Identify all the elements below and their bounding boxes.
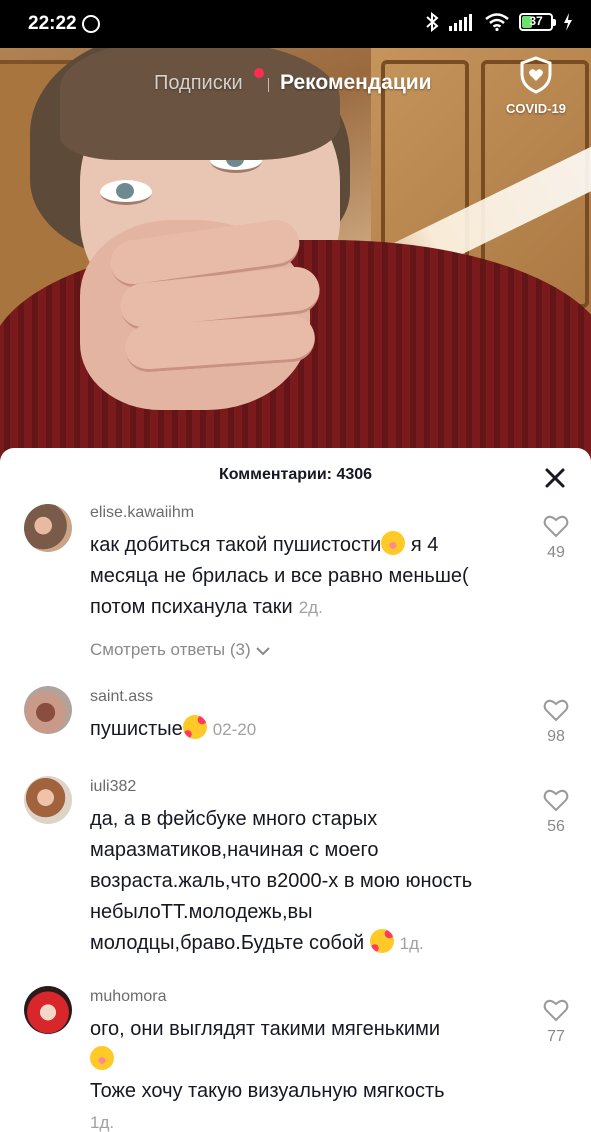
comment-item: muhomora ого, они выглядят такими мягень… xyxy=(0,986,591,1132)
comment-text-part: ого, они выглядят такими мягенькими xyxy=(90,1018,441,1040)
comment-item: iuli382 да, а в фейсбуке много старых ма… xyxy=(0,776,591,966)
chevron-down-icon xyxy=(256,646,271,655)
like-count: 49 xyxy=(547,544,565,561)
close-icon[interactable] xyxy=(543,466,567,490)
battery-icon: 37 xyxy=(519,13,556,31)
comment-username[interactable]: elise.kawaiihm xyxy=(90,504,194,522)
comments-sheet: Комментарии: 4306 elise.kawaiihm как доб… xyxy=(0,448,591,1132)
avatar[interactable] xyxy=(24,504,72,552)
avatar[interactable] xyxy=(24,686,72,734)
comment-text-part: да, а в фейсбуке много старых маразматик… xyxy=(90,808,473,954)
bluetooth-icon xyxy=(426,12,439,32)
battery-percent: 37 xyxy=(529,14,543,28)
heart-outline-icon xyxy=(543,515,569,538)
shield-heart-icon xyxy=(520,56,552,94)
like-button[interactable]: 49 xyxy=(536,514,576,562)
comment-item: saint.ass пушистые 02-20 98 xyxy=(0,686,591,766)
covid-info-button[interactable]: COVID-19 xyxy=(500,56,572,116)
flushed-face-emoji xyxy=(381,531,406,555)
new-content-dot xyxy=(254,68,264,78)
smiling-face-with-hearts-emoji xyxy=(182,715,207,739)
comment-text-part: пушистые xyxy=(90,718,183,740)
avatar[interactable] xyxy=(24,986,72,1034)
flushed-face-emoji xyxy=(90,1046,114,1070)
comment-username[interactable]: saint.ass xyxy=(90,688,153,706)
tab-following[interactable]: Подписки xyxy=(154,72,243,95)
comment-time: 1д. xyxy=(90,1113,115,1132)
like-button[interactable]: 77 xyxy=(536,998,576,1046)
person-hand xyxy=(80,217,322,410)
comment-text-part: Тоже хочу такую визуальную мягкость xyxy=(90,1080,445,1102)
like-count: 98 xyxy=(547,728,565,745)
avatar[interactable] xyxy=(24,776,72,824)
like-button[interactable]: 98 xyxy=(536,698,576,746)
app-notification-icon xyxy=(82,15,100,33)
comment-time: 2д. xyxy=(298,598,323,617)
heart-outline-icon xyxy=(543,699,569,722)
view-replies-label: Смотреть ответы (3) xyxy=(90,640,251,659)
like-count: 77 xyxy=(547,1028,565,1045)
covid-label: COVID-19 xyxy=(506,101,566,116)
comment-time: 02-20 xyxy=(212,720,257,739)
comments-title: Комментарии: 4306 xyxy=(218,466,373,483)
comment-time: 1д. xyxy=(399,934,424,953)
comment-text: как добиться такой пушистости я 4 месяца… xyxy=(90,530,510,623)
view-replies-button[interactable]: Смотреть ответы (3) xyxy=(90,640,271,660)
comment-username[interactable]: iuli382 xyxy=(90,778,136,796)
like-count: 56 xyxy=(547,818,565,835)
heart-outline-icon xyxy=(543,999,569,1022)
status-time: 22:22 xyxy=(28,13,77,34)
like-button[interactable]: 56 xyxy=(536,788,576,836)
comment-text-part: как добиться такой пушистости xyxy=(90,534,382,556)
smiling-face-with-hearts-emoji xyxy=(369,929,394,953)
comment-text: да, а в фейсбуке много старых маразматик… xyxy=(90,804,510,959)
tab-for-you[interactable]: Рекомендации xyxy=(280,71,432,95)
comment-username[interactable]: muhomora xyxy=(90,988,166,1006)
wifi-icon xyxy=(485,13,509,31)
heart-outline-icon xyxy=(543,789,569,812)
tab-divider xyxy=(268,78,269,92)
signal-icon xyxy=(449,14,472,31)
comment-text: ого, они выглядят такими мягенькими Тоже … xyxy=(90,1014,510,1132)
status-bar: 22:22 37 xyxy=(0,0,591,48)
charging-icon xyxy=(564,13,572,31)
comment-item: elise.kawaiihm как добиться такой пушист… xyxy=(0,500,591,680)
comment-text: пушистые 02-20 xyxy=(90,714,510,745)
